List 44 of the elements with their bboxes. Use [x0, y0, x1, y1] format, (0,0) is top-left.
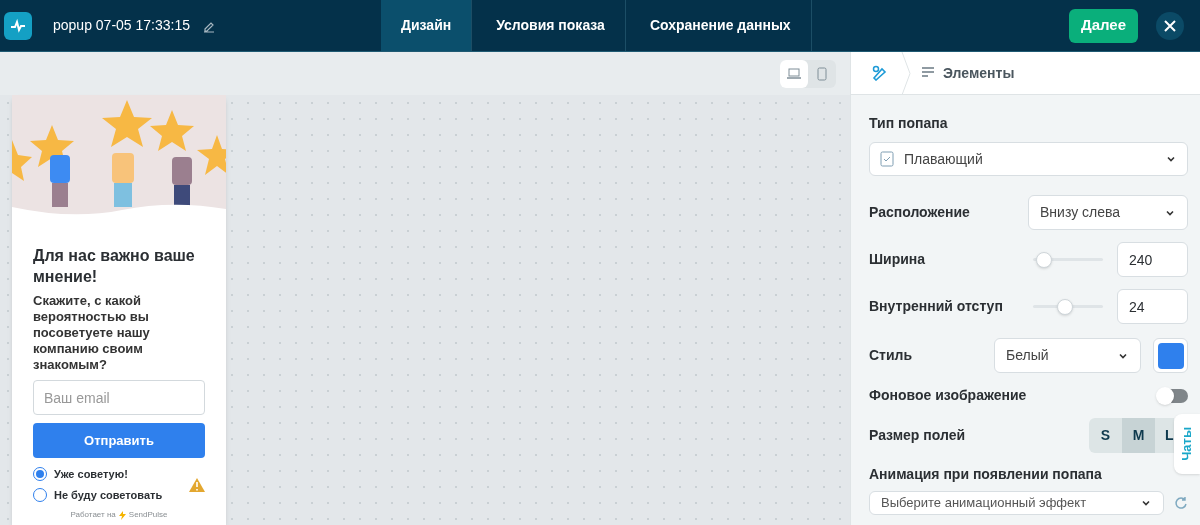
animation-select[interactable]: Выберите анимационный эффект [869, 491, 1165, 515]
step-tab[interactable]: Сохранение данных [629, 0, 812, 51]
powered-by-text: Работает на [70, 509, 116, 521]
step-tab[interactable]: Условия показа [476, 0, 626, 51]
size-option[interactable]: L [1155, 418, 1174, 453]
size-option[interactable]: S [1089, 418, 1122, 453]
lightning-icon [118, 510, 126, 520]
close-icon [1164, 19, 1176, 32]
size-option[interactable]: M [1122, 418, 1155, 453]
slider-thumb[interactable] [1057, 298, 1074, 315]
style-select[interactable]: Белый [994, 338, 1141, 373]
field-label: Фоновое изображение [869, 386, 1028, 405]
field-label: Ширина [869, 250, 927, 269]
number-field[interactable]: 240 [1117, 242, 1188, 277]
laptop-icon[interactable] [780, 59, 808, 88]
number-field[interactable]: 24 [1117, 289, 1188, 324]
warning-icon [189, 477, 205, 492]
field-label: Внутренний отступ [869, 297, 1004, 316]
refresh-icon[interactable] [1174, 496, 1188, 510]
brand-link[interactable]: SendPulse [128, 509, 168, 521]
popup-text: Скажите, с какой вероятностью вы посоветуете нашу компанию своим знакомым? [33, 293, 151, 373]
email-field[interactable]: Ваш email [33, 380, 205, 415]
slider-thumb[interactable] [1035, 251, 1052, 268]
field-label: Размер полей [869, 426, 967, 445]
field-label: Тип попапа [869, 114, 949, 133]
brush-icon[interactable] [871, 65, 889, 81]
slider[interactable] [1033, 250, 1103, 269]
field-label: Расположение [869, 203, 970, 222]
radio-label: Уже советую! [54, 467, 128, 482]
list-icon [921, 67, 935, 79]
breadcrumb-item[interactable]: Элементы [943, 62, 1015, 84]
close-button[interactable] [1156, 11, 1184, 40]
position-select[interactable]: Внизу слева [1028, 195, 1188, 230]
app-logo-icon[interactable] [4, 11, 32, 40]
checkbox-icon [880, 151, 894, 167]
popup-heading: Для нас важно ваше мнение! [33, 246, 196, 287]
popup-type-select[interactable]: Плавающий [869, 142, 1188, 176]
radio-label: Не буду советовать [54, 487, 163, 503]
submit-button[interactable]: Отправить [33, 423, 205, 458]
popup-title: popup 07-05 17:33:15 [53, 16, 190, 35]
slider[interactable] [1033, 297, 1103, 316]
field-label: Анимация при появлении попапа [869, 465, 1103, 484]
step-tab[interactable]: Дизайн [381, 0, 473, 51]
field-label: Стиль [869, 346, 914, 365]
